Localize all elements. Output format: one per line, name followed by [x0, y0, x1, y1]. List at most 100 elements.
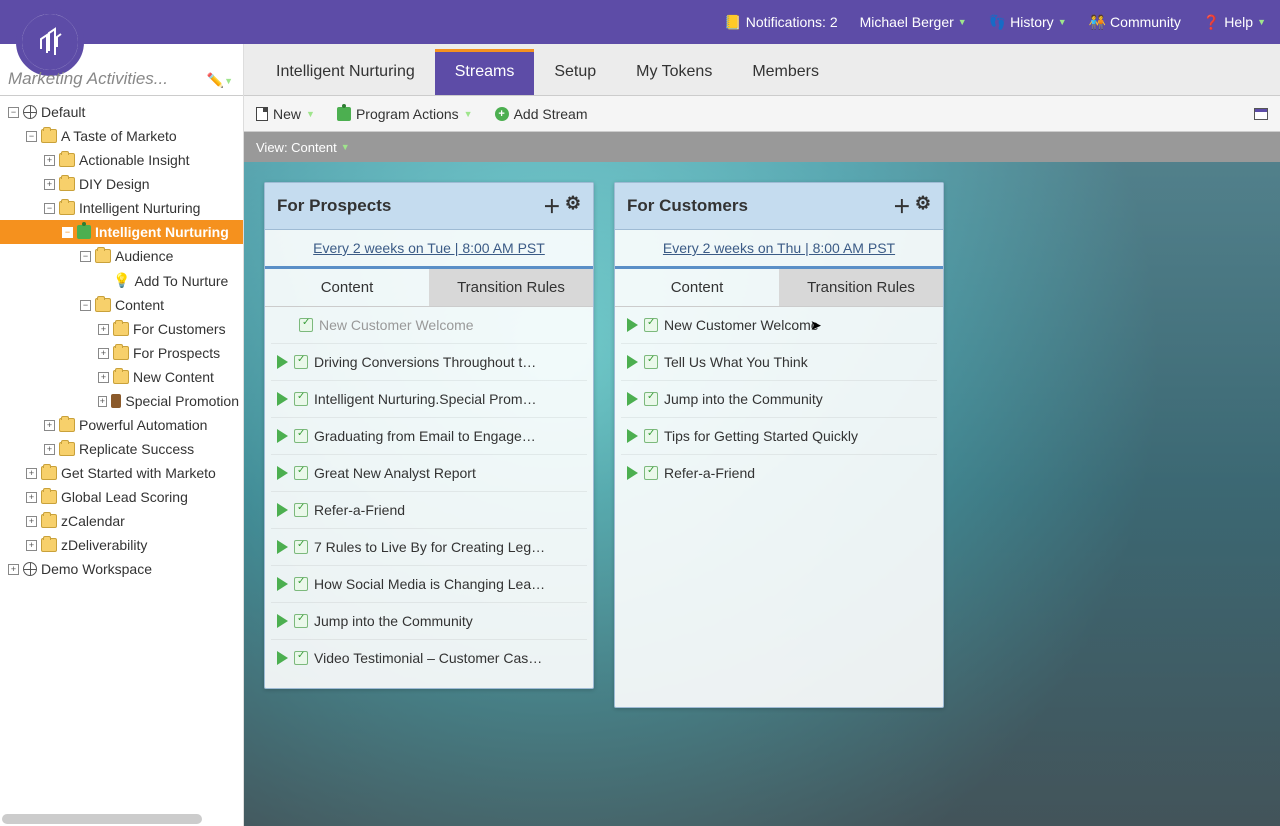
- list-item[interactable]: Jump into the Community: [621, 380, 937, 417]
- tree-new-content[interactable]: + New Content: [0, 365, 243, 389]
- stream-tab-content[interactable]: Content: [265, 269, 429, 306]
- tree-powerful[interactable]: + Powerful Automation: [0, 413, 243, 437]
- tree-special-promo[interactable]: + Special Promotion: [0, 389, 243, 413]
- stream-schedule[interactable]: Every 2 weeks on Thu | 8:00 AM PST: [615, 230, 943, 266]
- tree-for-customers[interactable]: + For Customers: [0, 317, 243, 341]
- list-item[interactable]: 7 Rules to Live By for Creating Leg…: [271, 528, 587, 565]
- history-menu[interactable]: 👣 History ▼: [989, 14, 1067, 31]
- expand-icon[interactable]: +: [98, 396, 107, 407]
- list-item[interactable]: Refer-a-Friend: [271, 491, 587, 528]
- sidebar: Marketing Activities... ✏️▼ − Default − …: [0, 44, 244, 826]
- nav-tree: − Default − A Taste of Marketo + Actiona…: [0, 96, 243, 826]
- tree-content[interactable]: − Content: [0, 293, 243, 317]
- list-item[interactable]: Intelligent Nurturing.Special Prom…: [271, 380, 587, 417]
- tree-intnurt-program[interactable]: − Intelligent Nurturing: [0, 220, 243, 244]
- expand-icon[interactable]: +: [44, 179, 55, 190]
- tree-label: zDeliverability: [61, 537, 147, 553]
- list-item[interactable]: Great New Analyst Report: [271, 454, 587, 491]
- tab-setup[interactable]: Setup: [534, 49, 616, 95]
- add-content-icon[interactable]: ＋: [543, 193, 561, 219]
- program-icon: [77, 225, 91, 239]
- program-actions-button[interactable]: Program Actions ▼: [337, 106, 473, 122]
- tree-replicate[interactable]: + Replicate Success: [0, 437, 243, 461]
- collapse-icon[interactable]: −: [26, 131, 37, 142]
- stream-tab-content[interactable]: Content: [615, 269, 779, 306]
- expand-icon[interactable]: +: [26, 516, 37, 527]
- tree-diy[interactable]: + DIY Design: [0, 172, 243, 196]
- tree-default[interactable]: − Default: [0, 100, 243, 124]
- list-item[interactable]: Tell Us What You Think: [621, 343, 937, 380]
- stream-tab-rules[interactable]: Transition Rules: [429, 269, 593, 306]
- tree-zdev[interactable]: + zDeliverability: [0, 533, 243, 557]
- tree-label: For Customers: [133, 321, 226, 337]
- expand-icon[interactable]: +: [26, 468, 37, 479]
- collapse-icon[interactable]: −: [62, 227, 73, 238]
- add-stream-button[interactable]: + Add Stream: [495, 106, 588, 122]
- scrollbar-horizontal[interactable]: [2, 814, 202, 824]
- list-item[interactable]: Refer-a-Friend: [621, 454, 937, 491]
- item-label: Tell Us What You Think: [664, 354, 808, 370]
- collapse-icon[interactable]: −: [80, 300, 91, 311]
- expand-icon[interactable]: +: [98, 348, 109, 359]
- user-menu[interactable]: Michael Berger ▼: [860, 14, 967, 30]
- tree-globallead[interactable]: + Global Lead Scoring: [0, 485, 243, 509]
- sidebar-header: Marketing Activities... ✏️▼: [0, 44, 243, 96]
- schedule-link[interactable]: Every 2 weeks on Tue | 8:00 AM PST: [313, 240, 545, 256]
- tab-my-tokens[interactable]: My Tokens: [616, 49, 732, 95]
- tree-getstarted[interactable]: + Get Started with Marketo: [0, 461, 243, 485]
- expand-icon[interactable]: +: [44, 420, 55, 431]
- list-item[interactable]: Jump into the Community: [271, 602, 587, 639]
- list-item[interactable]: New Customer Welcome: [621, 307, 937, 343]
- collapse-icon[interactable]: −: [8, 107, 19, 118]
- play-icon: [627, 318, 638, 332]
- new-button[interactable]: New ▼: [256, 106, 315, 122]
- list-item[interactable]: Driving Conversions Throughout t…: [271, 343, 587, 380]
- tree-for-prospects[interactable]: + For Prospects: [0, 341, 243, 365]
- tree-zcal[interactable]: + zCalendar: [0, 509, 243, 533]
- collapse-icon[interactable]: −: [44, 203, 55, 214]
- expand-icon[interactable]: +: [44, 444, 55, 455]
- stream-tab-rules[interactable]: Transition Rules: [779, 269, 943, 306]
- tree-label: Get Started with Marketo: [61, 465, 216, 481]
- tree-label: Content: [115, 297, 164, 313]
- list-item[interactable]: Video Testimonial – Customer Cas…: [271, 639, 587, 676]
- list-item[interactable]: New Customer Welcome: [271, 307, 587, 343]
- gear-icon[interactable]: ⚙: [565, 193, 581, 219]
- tree-intnurt-folder[interactable]: − Intelligent Nurturing: [0, 196, 243, 220]
- filter-icon[interactable]: ✏️▼: [207, 72, 233, 89]
- folder-icon: [113, 370, 129, 384]
- email-icon: [294, 614, 308, 628]
- window-toggle[interactable]: [1254, 108, 1268, 120]
- list-item[interactable]: Tips for Getting Started Quickly: [621, 417, 937, 454]
- expand-icon[interactable]: +: [8, 564, 19, 575]
- tree-label: For Prospects: [133, 345, 220, 361]
- tree-actionable[interactable]: + Actionable Insight: [0, 148, 243, 172]
- tab-streams[interactable]: Streams: [435, 49, 535, 95]
- expand-icon[interactable]: +: [98, 324, 109, 335]
- expand-icon[interactable]: +: [98, 372, 109, 383]
- add-content-icon[interactable]: ＋: [893, 193, 911, 219]
- play-icon: [627, 355, 638, 369]
- view-bar[interactable]: View: Content ▼: [244, 132, 1280, 162]
- folder-icon: [95, 249, 111, 263]
- tab-members[interactable]: Members: [732, 49, 839, 95]
- community-menu[interactable]: 🧑‍🤝‍🧑 Community: [1089, 14, 1181, 31]
- help-menu[interactable]: ❓ Help ▼: [1203, 14, 1266, 31]
- schedule-link[interactable]: Every 2 weeks on Thu | 8:00 AM PST: [663, 240, 895, 256]
- list-item[interactable]: Graduating from Email to Engage…: [271, 417, 587, 454]
- tree-add-to-nurture[interactable]: 💡 Add To Nurture: [0, 268, 243, 293]
- tree-audience[interactable]: − Audience: [0, 244, 243, 268]
- chevron-down-icon: ▼: [306, 109, 315, 119]
- expand-icon[interactable]: +: [44, 155, 55, 166]
- expand-icon[interactable]: +: [26, 540, 37, 551]
- tab-intelligent-nurturing[interactable]: Intelligent Nurturing: [256, 49, 435, 95]
- stream-schedule[interactable]: Every 2 weeks on Tue | 8:00 AM PST: [265, 230, 593, 266]
- tree-demo[interactable]: + Demo Workspace: [0, 557, 243, 581]
- list-item[interactable]: How Social Media is Changing Lea…: [271, 565, 587, 602]
- gear-icon[interactable]: ⚙: [915, 193, 931, 219]
- collapse-icon[interactable]: −: [80, 251, 91, 262]
- expand-icon[interactable]: +: [26, 492, 37, 503]
- email-icon: [644, 392, 658, 406]
- tree-taste[interactable]: − A Taste of Marketo: [0, 124, 243, 148]
- notifications-menu[interactable]: 📒 Notifications: 2: [724, 14, 837, 31]
